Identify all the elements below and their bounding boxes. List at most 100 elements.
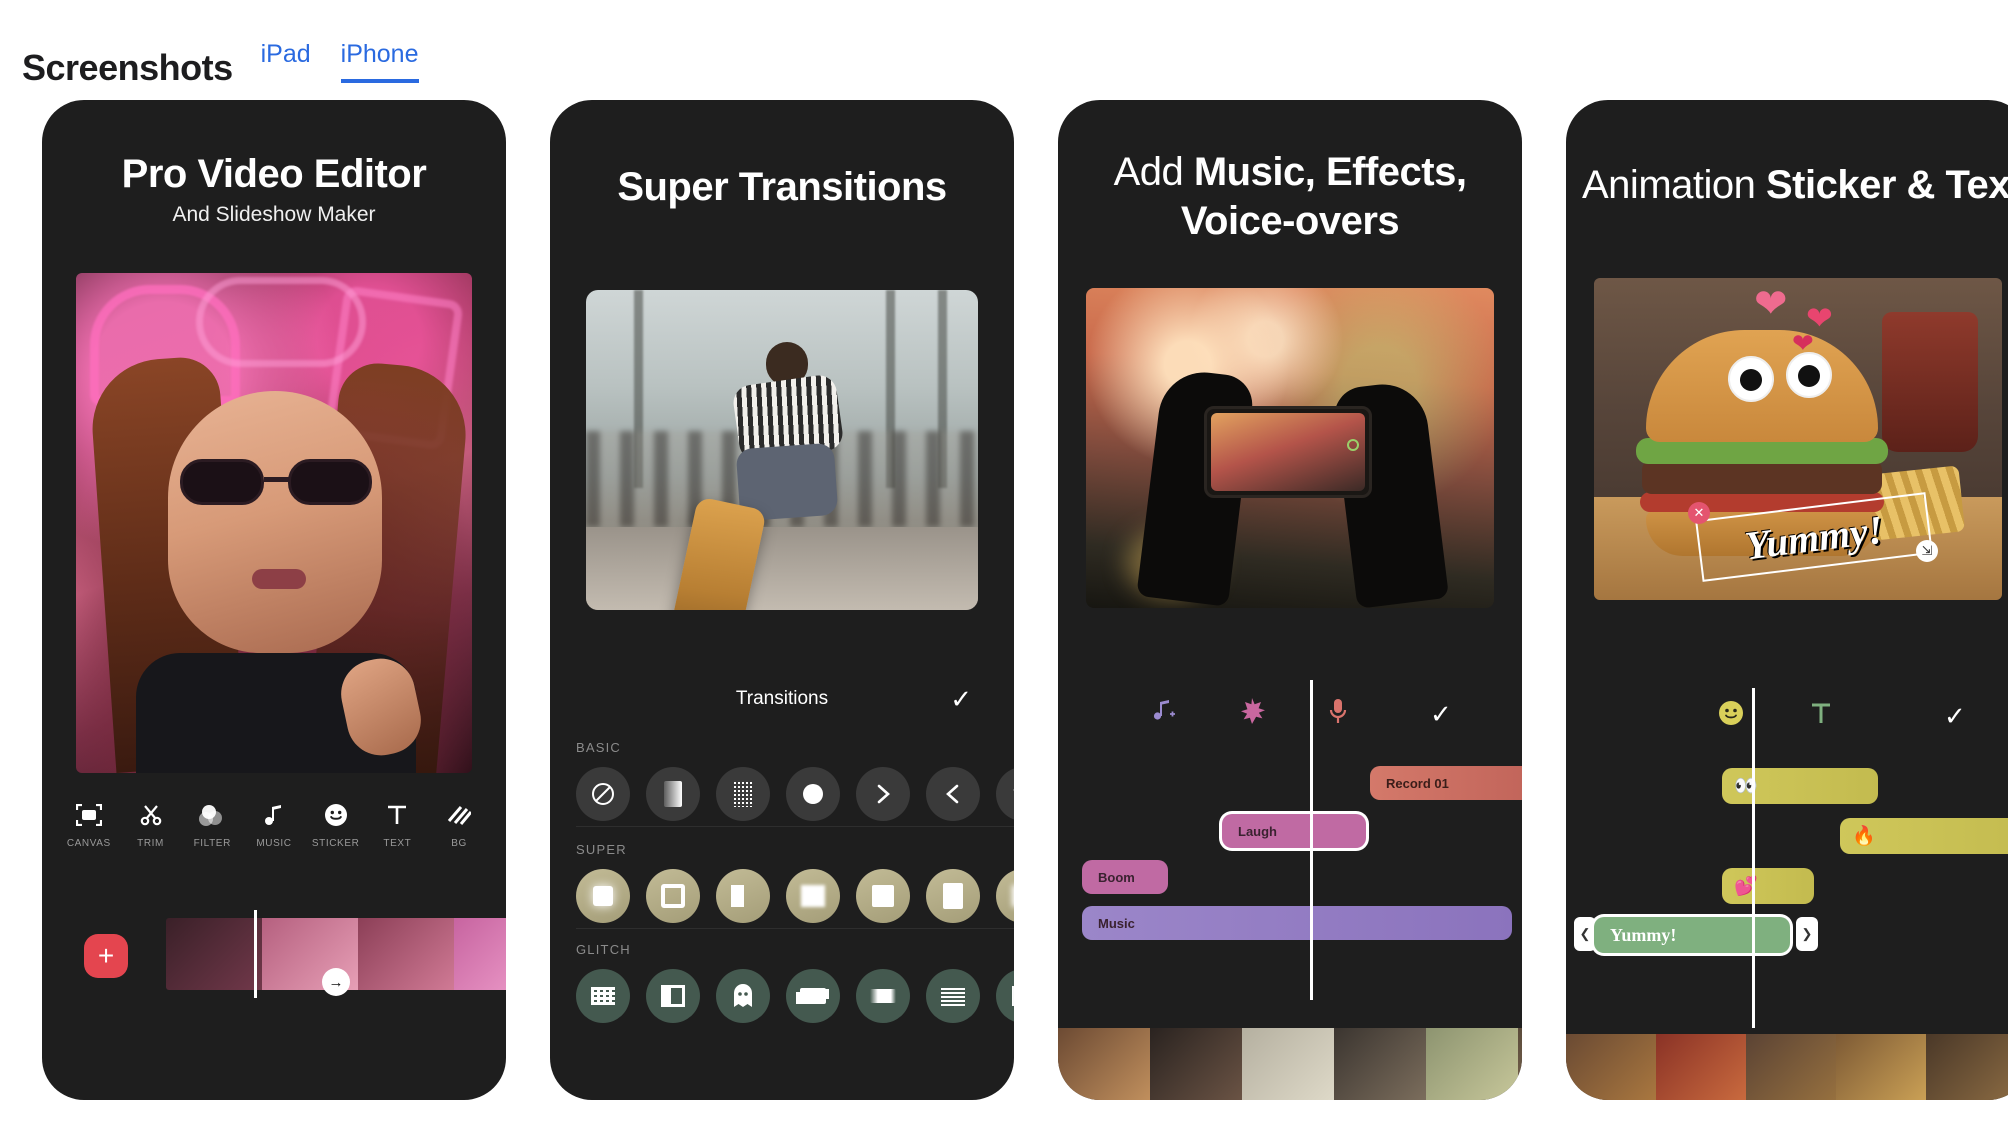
screenshot-card-4[interactable]: Animation Sticker & Text ❤ ❤ ❤ Yummy! ✕ ⇲ [1566,100,2008,1100]
chevron-right-icon[interactable] [856,767,910,821]
timeline-1[interactable]: + → [42,900,506,1100]
resize-handle-icon[interactable]: ⇲ [1916,540,1938,562]
tool-label: TRIM [137,838,164,849]
screenshot-1-title: Pro Video Editor [121,152,427,196]
tool-label: BG [451,838,467,849]
screenshot-4-title: Animation Sticker & Text [1582,163,2008,208]
trim-handle-left[interactable]: ❮ [1574,917,1596,951]
video-preview-4: ❤ ❤ ❤ Yummy! ✕ ⇲ [1594,278,2002,600]
screenshot-card-1[interactable]: Pro Video Editor And Slideshow Maker CAN… [42,100,506,1100]
screenshot-3-title-block: Add Music, Effects, Voice-overs [1058,100,1522,246]
transition-row-glitch[interactable] [550,969,1014,1023]
shake-icon[interactable] [786,969,840,1023]
wipe-icon[interactable] [926,869,980,923]
sticker-toolbar[interactable]: ✓ [1566,690,2008,742]
tool-music[interactable]: MUSIC [247,800,301,849]
page-header: Screenshots iPad iPhone [0,0,2008,86]
filmstrip[interactable] [1566,1034,2008,1100]
pixel-glitch-icon[interactable] [576,969,630,1023]
playhead[interactable] [1752,688,1755,1028]
checkmark-icon[interactable]: ✓ [1430,699,1452,730]
soft-icon[interactable] [996,869,1014,923]
scissors-icon [139,800,163,830]
tool-label: TEXT [383,838,412,849]
playhead[interactable] [1310,680,1313,1000]
screenshot-3-title: Add Music, Effects, [1074,148,1506,197]
sticker-timeline[interactable]: 👀 🔥 💕 ❮ Yummy! ❯ [1566,688,2008,1100]
screenshot-1-title-block: Pro Video Editor And Slideshow Maker [42,100,506,227]
fade-icon[interactable] [646,767,700,821]
screenshot-2-title: Super Transitions [617,165,947,209]
video-preview-2 [586,290,978,610]
blur-box-icon[interactable] [786,869,840,923]
frame-icon[interactable] [646,869,700,923]
playhead[interactable] [254,910,257,998]
checkmark-icon[interactable]: ✓ [950,684,972,715]
none-slash-icon[interactable] [576,767,630,821]
section-super: SUPER [550,842,1014,929]
hatch-lines-icon [447,800,472,830]
split-left-icon[interactable] [716,869,770,923]
zoom-in-icon[interactable] [576,869,630,923]
sticker-clip-fire[interactable]: 🔥 [1840,818,2008,854]
clip-laugh[interactable]: Laugh [1222,814,1366,848]
screenshot-2-title-block: Super Transitions [550,100,1014,210]
clip-boom[interactable]: Boom [1082,860,1168,894]
dither-icon[interactable] [716,767,770,821]
tool-text[interactable]: TEXT [370,800,424,849]
text-t-icon [385,800,409,830]
tool-bg[interactable]: BG [432,800,486,849]
audio-toolbar[interactable]: ✓ [1058,688,1522,740]
trim-handle-right[interactable]: ❯ [1796,917,1818,951]
transition-row-basic[interactable] [550,767,1014,821]
tool-canvas[interactable]: CANVAS [62,800,116,849]
music-note-icon [264,800,284,830]
section-label: SUPER [576,842,627,857]
chevron-left-icon[interactable] [926,767,980,821]
ghost-icon[interactable] [716,969,770,1023]
transition-badge[interactable]: → [322,968,350,996]
section-label: BASIC [576,740,622,755]
voice-record-icon[interactable] [1326,697,1350,732]
add-music-icon[interactable] [1150,697,1178,732]
title-regular-part: Add [1113,150,1194,194]
filmstrip[interactable] [1058,1028,1522,1100]
transition-row-super[interactable] [550,869,1014,923]
clip-music[interactable]: Music [1082,906,1512,940]
checkmark-icon[interactable]: ✓ [1944,701,1966,732]
sticker-clip-eyes[interactable]: 👀 [1722,768,1878,804]
screenshot-card-2[interactable]: Super Transitions Transitions ✓ BASIC SU… [550,100,1014,1100]
clip-record[interactable]: Record 01 [1370,766,1522,800]
add-media-button[interactable]: + [84,934,128,978]
screenshot-card-3[interactable]: Add Music, Effects, Voice-overs ✓ Record… [1058,100,1522,1100]
tab-ipad[interactable]: iPad [261,39,311,83]
editor-toolbar[interactable]: CANVAS TRIM FILTER MUSIC STICKER TEXT BG [42,800,506,849]
effects-burst-icon[interactable] [1238,697,1266,732]
screenshot-carousel[interactable]: Pro Video Editor And Slideshow Maker CAN… [0,100,2008,1126]
section-glitch: GLITCH [550,942,1014,1023]
tool-label: CANVAS [66,838,111,849]
fade-block-icon[interactable] [996,969,1014,1023]
section-label: GLITCH [576,942,631,957]
emoji-glyph: 🔥 [1852,825,1876,847]
circle-icon[interactable] [786,767,840,821]
sticker-clip-hearts[interactable]: 💕 [1722,868,1814,904]
tool-filter[interactable]: FILTER [185,800,239,849]
chevron-down-icon[interactable] [996,767,1014,821]
square-icon[interactable] [856,869,910,923]
scanline-icon[interactable] [926,969,980,1023]
text-t-icon[interactable] [1808,700,1834,733]
text-clip-yummy[interactable]: Yummy! [1594,917,1790,953]
tab-iphone[interactable]: iPhone [340,39,419,83]
split-panel-icon[interactable] [646,969,700,1023]
audio-timeline[interactable]: Record 01 Laugh Boom Music [1058,680,1522,1100]
section-basic: BASIC [550,740,1014,827]
screenshot-1-subtitle: And Slideshow Maker [172,202,376,226]
sticker-smiley-icon[interactable] [1718,700,1744,733]
tool-sticker[interactable]: STICKER [309,800,363,849]
text-clip-label: Yummy! [1610,924,1677,945]
tool-trim[interactable]: TRIM [124,800,178,849]
filter-circles-icon [199,800,225,830]
smear-icon[interactable] [856,969,910,1023]
delete-handle-icon[interactable]: ✕ [1688,502,1710,524]
